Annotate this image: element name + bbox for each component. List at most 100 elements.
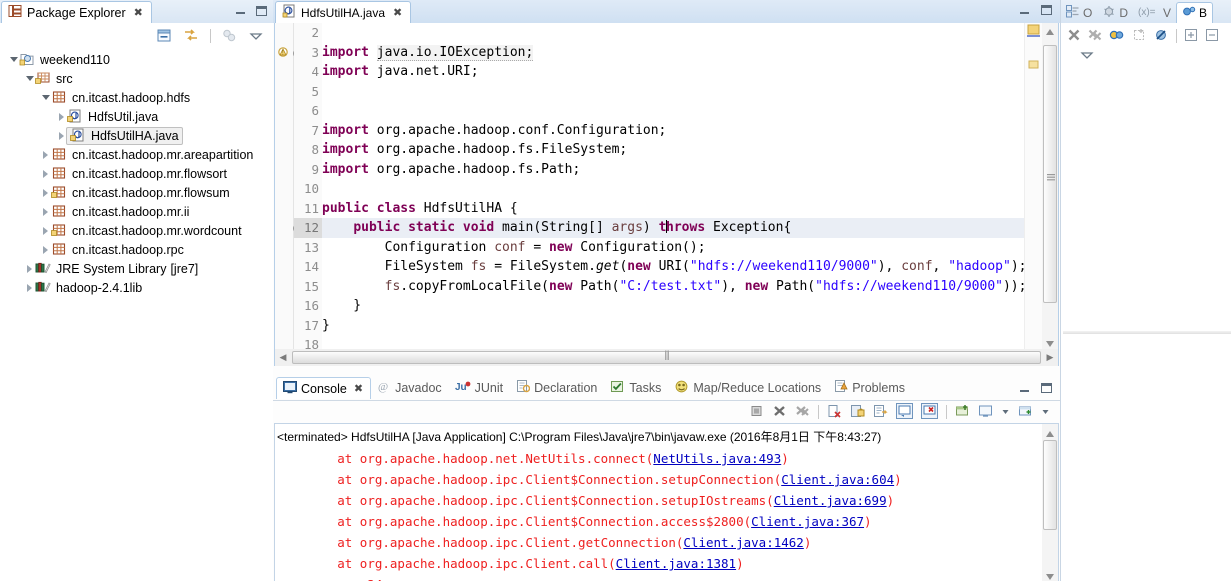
expand-arrow-closed-icon[interactable] [40,240,51,259]
editor-vertical-scrollbar[interactable] [1042,23,1058,349]
open-console-dropdown-icon[interactable] [1041,404,1050,421]
collapse-all-icon[interactable] [156,28,173,44]
skip-all-breakpoints-icon[interactable] [1154,28,1169,45]
tree-item-cn-itcast-hadoop-mr-wordcount[interactable]: cn.itcast.hadoop.mr.wordcount [0,221,273,240]
remove-breakpoint-icon[interactable] [1067,28,1081,45]
minimize-icon[interactable] [1019,383,1031,395]
code-line[interactable] [322,23,1024,43]
warning-icon[interactable]: ! [275,43,302,63]
remove-launch-icon[interactable] [772,404,787,421]
tree-item-content[interactable]: cn.itcast.hadoop.mr.flowsort [51,166,227,182]
stack-trace-link[interactable]: Client.java:699 [774,493,887,508]
tab-problems[interactable]: Problems [828,377,912,399]
stack-trace-link[interactable]: NetUtils.java:493 [653,451,781,466]
tree-item-cn-itcast-hadoop-hdfs[interactable]: cn.itcast.hadoop.hdfs [0,88,273,107]
expand-arrow-closed-icon[interactable] [40,164,51,183]
tree-item-content[interactable]: HdfsUtil.java [67,109,158,125]
tab-debug[interactable]: D [1097,2,1133,23]
right-panel-divider[interactable] [1063,331,1231,334]
tree-item-hdfsutil-java[interactable]: HdfsUtil.java [0,107,273,126]
code-line[interactable]: import org.apache.hadoop.fs.FileSystem; [322,140,1024,160]
tab-outline[interactable]: O [1061,2,1097,23]
code-line[interactable]: import java.io.IOException; [322,43,1024,63]
tree-item-weekend110[interactable]: weekend110 [0,50,273,69]
maximize-icon[interactable] [1041,383,1052,393]
code-line[interactable]: FileSystem fs = FileSystem.get(new URI("… [322,257,1024,277]
remove-all-breakpoints-icon[interactable] [1088,28,1102,45]
expand-arrow-open-icon[interactable] [8,50,19,69]
console-scroll-thumb[interactable] [1043,440,1057,530]
editor-marker-bar[interactable]: ! [275,23,302,349]
stack-trace-link[interactable]: Client.java:1462 [683,535,803,550]
maximize-icon[interactable] [256,6,267,16]
code-line[interactable] [322,82,1024,102]
word-wrap-icon[interactable] [873,404,888,421]
link-with-debug-view-icon[interactable] [1109,28,1125,45]
editor-code-area[interactable]: import java.io.IOException; import java.n… [322,23,1024,349]
minimize-icon[interactable] [235,5,247,17]
display-selected-console-dropdown-icon[interactable] [1001,404,1010,421]
display-selected-console-icon[interactable] [978,404,993,421]
expand-arrow-open-icon[interactable] [40,88,51,107]
code-line[interactable]: import org.apache.hadoop.fs.Path; [322,160,1024,180]
expand-arrow-closed-icon[interactable] [40,221,51,240]
code-line[interactable]: } [322,296,1024,316]
scroll-right-icon[interactable]: ▶ [1042,350,1058,365]
tree-item-cn-itcast-hadoop-mr-flowsum[interactable]: cn.itcast.hadoop.mr.flowsum [0,183,273,202]
pin-console-icon[interactable] [955,404,970,421]
tab-declaration[interactable]: Declaration [510,377,604,399]
tree-item-content[interactable]: src [35,71,73,87]
expand-arrow-closed-icon[interactable] [40,183,51,202]
code-line[interactable]: public static void main(String[] args) t… [322,218,1024,238]
expand-all-icon[interactable] [1184,28,1198,45]
tree-item-content[interactable]: cn.itcast.hadoop.hdfs [51,90,190,106]
expand-arrow-open-icon[interactable] [24,69,35,88]
open-console-icon[interactable] [1018,404,1033,421]
tree-item-hadoop-2-4-1lib[interactable]: hadoop-2.4.1lib [0,278,273,297]
stack-trace-link[interactable]: Client.java:1381 [616,556,736,571]
expand-arrow-closed-icon[interactable] [40,145,51,164]
console-output-text[interactable]: <terminated> HdfsUtilHA [Java Applicatio… [275,424,1042,581]
expand-arrow-closed-icon[interactable] [56,107,67,126]
tree-item-cn-itcast-hadoop-mr-ii[interactable]: cn.itcast.hadoop.mr.ii [0,202,273,221]
package-explorer-tree[interactable]: weekend110 src cn.itcast.hadoop.hdfs HdfsUt… [0,50,273,581]
scroll-left-icon[interactable]: ◀ [275,350,291,365]
code-line[interactable]: Configuration conf = new Configuration()… [322,238,1024,258]
tree-item-cn-itcast-hadoop-rpc[interactable]: cn.itcast.hadoop.rpc [0,240,273,259]
scroll-lock-icon[interactable] [850,404,865,421]
terminate-all-icon[interactable] [749,404,764,421]
link-with-editor-icon[interactable] [183,28,200,44]
tree-item-cn-itcast-hadoop-mr-flowsort[interactable]: cn.itcast.hadoop.mr.flowsort [0,164,273,183]
view-menu-icon[interactable] [248,28,265,44]
close-icon[interactable]: ✖ [354,382,363,395]
tab-console[interactable]: Console ✖ [276,377,372,399]
code-line[interactable] [322,335,1024,349]
clear-console-icon[interactable] [827,404,842,421]
tab-tasks[interactable]: Tasks [604,377,668,399]
tab-breakpoints[interactable]: B [1176,2,1214,23]
code-line[interactable]: } [322,316,1024,336]
tab-hdfsutilha-java[interactable]: HdfsUtilHA.java ✖ [275,1,412,23]
tab-variables[interactable]: (x)= V [1133,2,1176,23]
maximize-icon[interactable] [1041,5,1052,15]
tree-item-content[interactable]: cn.itcast.hadoop.rpc [51,242,184,258]
tree-item-content[interactable]: cn.itcast.hadoop.mr.ii [51,204,189,220]
tab-map-reduce-locations[interactable]: Map/Reduce Locations [668,377,828,399]
tab-javadoc[interactable]: @ Javadoc [371,377,449,399]
code-line[interactable]: import java.net.URI; [322,62,1024,82]
editor-horizontal-scrollbar[interactable]: ◀ ▶ [274,349,1059,366]
expand-arrow-closed-icon[interactable] [24,278,35,297]
tree-item-hdfsutilha-java[interactable]: HdfsUtilHA.java [0,126,273,145]
tab-package-explorer[interactable]: Package Explorer ✖ [1,1,152,23]
tree-item-content[interactable]: cn.itcast.hadoop.mr.areapartition [51,147,253,163]
code-line[interactable]: fs.copyFromLocalFile(new Path("C:/test.t… [322,277,1024,297]
tree-item-content[interactable]: cn.itcast.hadoop.mr.wordcount [51,223,242,239]
show-console-on-error-icon[interactable] [921,402,938,422]
tree-item-jre-system-library[interactable]: JRE System Library [jre7] [0,259,273,278]
tree-item-content[interactable]: JRE System Library [jre7] [35,261,198,277]
tree-item-content[interactable]: HdfsUtilHA.java [66,126,183,145]
show-console-on-output-icon[interactable] [896,402,913,422]
editor-scroll-thumb[interactable] [1043,45,1057,303]
console-vertical-scrollbar[interactable] [1042,424,1058,581]
tree-item-src[interactable]: src [0,69,273,88]
